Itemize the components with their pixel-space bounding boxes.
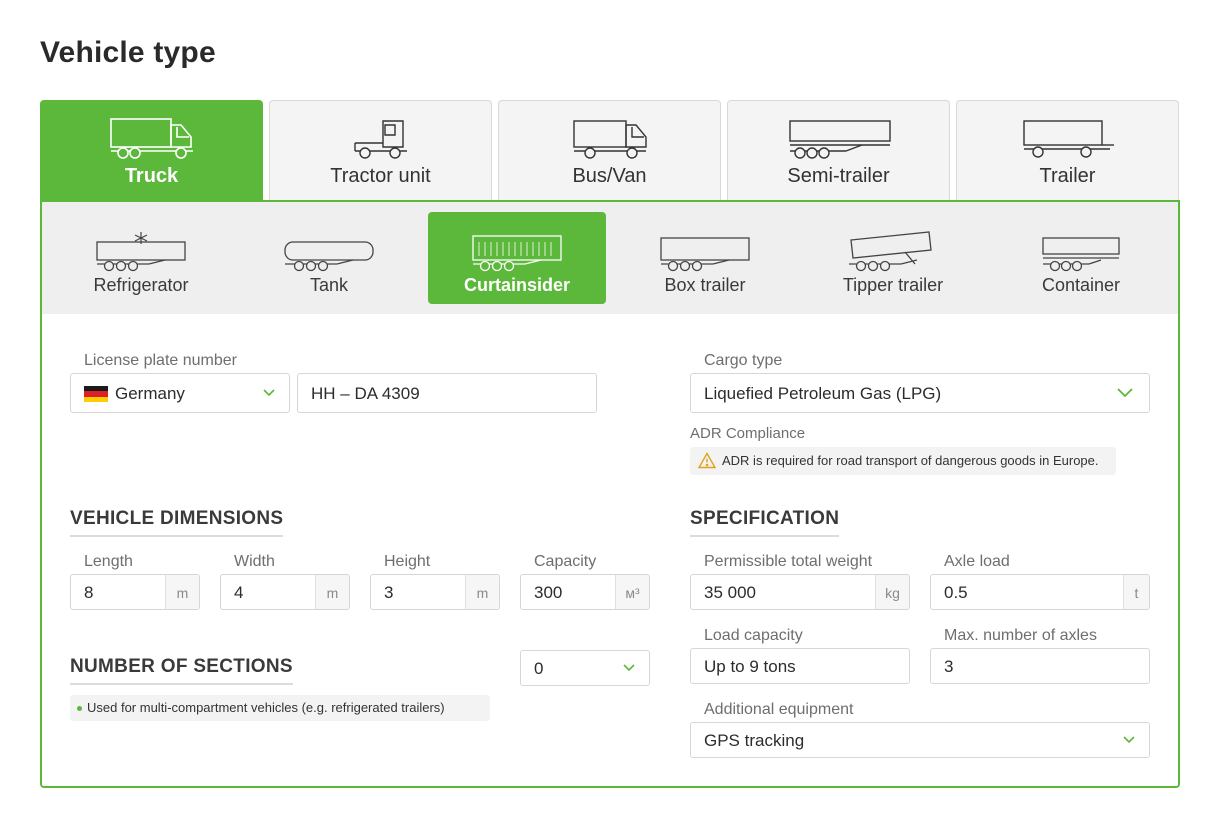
capacity-input[interactable]: 300 м³ <box>520 574 650 610</box>
subtab-label: Curtainsider <box>463 275 571 295</box>
cargo-type-label: Cargo type <box>704 352 783 369</box>
additional-equipment-value: GPS tracking <box>704 731 805 750</box>
subtab-container[interactable]: Container <box>992 212 1170 304</box>
length-label: Length <box>84 553 133 570</box>
subtab-label: Tank <box>309 275 349 295</box>
sections-value: 0 <box>534 659 544 678</box>
specification-title: SPECIFICATION <box>690 508 840 537</box>
tab-semi-trailer[interactable]: Semi-trailer <box>727 100 950 200</box>
sections-select[interactable]: 0 <box>520 650 650 686</box>
cargo-type-value: Liquefied Petroleum Gas (LPG) <box>704 384 942 403</box>
height-unit: m <box>465 575 499 609</box>
tipper-trailer-icon <box>849 231 932 272</box>
germany-flag-icon <box>84 386 108 403</box>
tab-tractor-unit[interactable]: Tractor unit <box>269 100 492 200</box>
body-type-bar: Refrigerator Tank Curtainsider Box trail… <box>42 202 1178 314</box>
subtab-label: Container <box>1041 275 1121 295</box>
subtab-curtainsider[interactable]: Curtainsider <box>428 212 606 304</box>
axle-load-unit: t <box>1123 575 1149 609</box>
axle-load-input[interactable]: 0.5 t <box>930 574 1150 610</box>
length-value: 8 <box>84 583 94 602</box>
trailer-icon <box>1022 120 1114 158</box>
tractor-unit-icon <box>353 120 407 159</box>
country-select[interactable]: Germany <box>70 373 290 413</box>
sections-note-text: Used for multi-compartment vehicles (e.g… <box>87 700 445 715</box>
width-unit: m <box>315 575 349 609</box>
width-input[interactable]: 4 m <box>220 574 350 610</box>
subtab-tipper-trailer[interactable]: Tipper trailer <box>804 212 982 304</box>
adr-warning-note: ADR is required for road transport of da… <box>690 447 1116 475</box>
vehicle-form-panel: Refrigerator Tank Curtainsider Box trail… <box>40 200 1180 788</box>
license-plate-label: License plate number <box>84 352 237 369</box>
bus-van-icon <box>572 120 647 159</box>
subtab-label: Tipper trailer <box>842 275 944 295</box>
length-input[interactable]: 8 m <box>70 574 200 610</box>
tab-truck[interactable]: Truck <box>40 100 263 202</box>
curtainsider-trailer-icon <box>472 235 562 272</box>
capacity-value: 300 <box>534 583 563 602</box>
subtab-tank[interactable]: Tank <box>240 212 418 304</box>
subtab-label: Box trailer <box>664 275 746 295</box>
subtab-label: Refrigerator <box>93 275 189 295</box>
tank-trailer-icon <box>284 241 374 272</box>
tab-label: Semi-trailer <box>787 165 890 187</box>
number-of-sections-title: NUMBER OF SECTIONS <box>70 656 293 685</box>
subtab-refrigerator[interactable]: Refrigerator <box>52 212 230 304</box>
chevron-down-icon <box>263 389 275 397</box>
axle-load-label: Axle load <box>944 553 1010 570</box>
capacity-unit: м³ <box>615 575 649 609</box>
width-label: Width <box>234 553 275 570</box>
length-unit: m <box>165 575 199 609</box>
total-weight-unit: kg <box>875 575 909 609</box>
refrigerator-trailer-icon <box>96 232 186 272</box>
width-value: 4 <box>234 583 244 602</box>
page-title: Vehicle type <box>40 36 216 69</box>
axle-load-value: 0.5 <box>944 583 968 602</box>
tab-label: Tractor unit <box>330 165 431 187</box>
adr-note-text: ADR is required for road transport of da… <box>722 453 1099 468</box>
tab-label: Trailer <box>1039 165 1096 187</box>
height-value: 3 <box>384 583 394 602</box>
bullet-dot-icon <box>77 706 82 711</box>
tab-label: Bus/Van <box>572 165 647 187</box>
container-trailer-icon <box>1042 237 1120 272</box>
license-plate-input[interactable]: HH – DA 4309 <box>297 373 597 413</box>
tab-trailer[interactable]: Trailer <box>956 100 1179 200</box>
box-trailer-icon <box>660 237 750 272</box>
load-capacity-input[interactable]: Up to 9 tons <box>690 648 910 684</box>
truck-icon <box>109 118 193 159</box>
max-axles-value: 3 <box>944 657 954 676</box>
chevron-down-icon <box>1117 388 1133 398</box>
tab-label: Truck <box>124 165 179 187</box>
tab-bus-van[interactable]: Bus/Van <box>498 100 721 200</box>
max-axles-input[interactable]: 3 <box>930 648 1150 684</box>
vehicle-dimensions-title: VEHICLE DIMENSIONS <box>70 508 284 537</box>
height-label: Height <box>384 553 431 570</box>
load-capacity-label: Load capacity <box>704 627 803 644</box>
country-value: Germany <box>115 384 185 403</box>
chevron-down-icon <box>1123 736 1135 744</box>
total-weight-input[interactable]: 35 000 kg <box>690 574 910 610</box>
additional-equipment-label: Additional equipment <box>704 701 854 718</box>
load-capacity-value: Up to 9 tons <box>704 657 796 676</box>
warning-icon <box>698 452 716 469</box>
semi-trailer-icon <box>788 120 891 159</box>
license-plate-value: HH – DA 4309 <box>311 384 420 403</box>
subtab-box-trailer[interactable]: Box trailer <box>616 212 794 304</box>
total-weight-label: Permissible total weight <box>704 553 873 570</box>
height-input[interactable]: 3 m <box>370 574 500 610</box>
total-weight-value: 35 000 <box>704 583 756 602</box>
chevron-down-icon <box>623 664 635 672</box>
additional-equipment-select[interactable]: GPS tracking <box>690 722 1150 758</box>
capacity-label: Capacity <box>534 553 597 570</box>
adr-compliance-label: ADR Compliance <box>690 425 806 442</box>
max-axles-label: Max. number of axles <box>944 627 1097 644</box>
cargo-type-select[interactable]: Liquefied Petroleum Gas (LPG) <box>690 373 1150 413</box>
sections-note: Used for multi-compartment vehicles (e.g… <box>70 695 490 721</box>
